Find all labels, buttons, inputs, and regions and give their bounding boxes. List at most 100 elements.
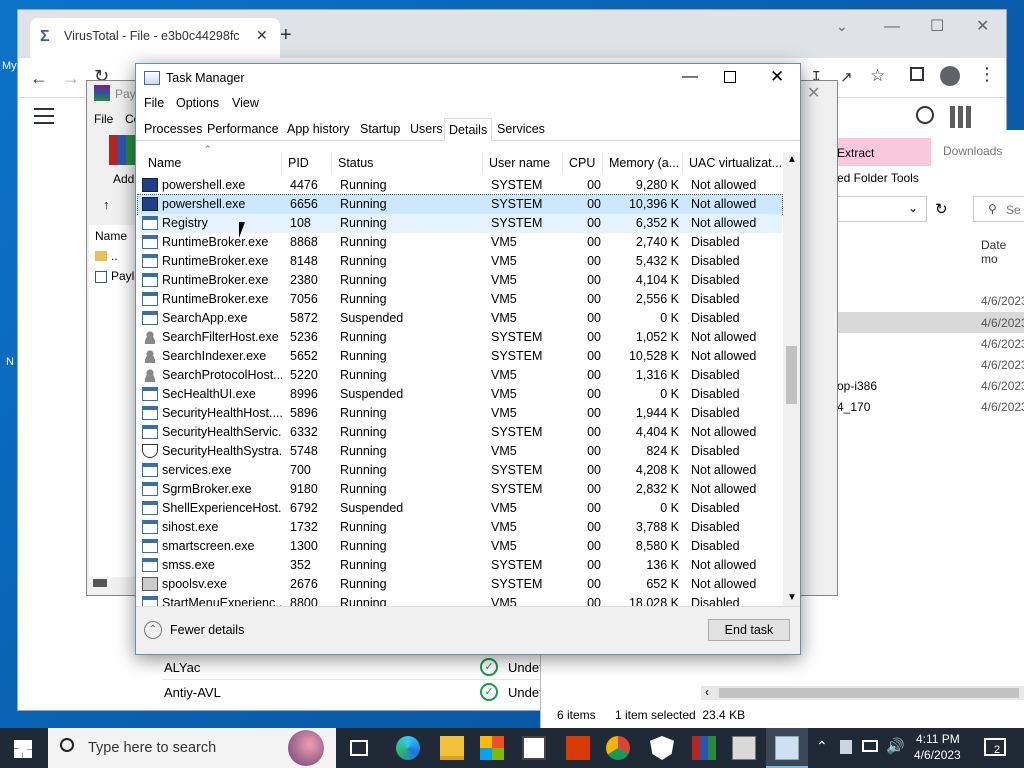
scroll-thumb[interactable] xyxy=(719,688,1019,698)
process-row[interactable]: SearchFilterHost.exe 5236 Running SYSTEM 00 1… xyxy=(138,328,782,347)
scroll-down-icon[interactable]: ▼ xyxy=(787,592,797,603)
minimize-icon[interactable]: — xyxy=(884,18,900,36)
process-row[interactable]: RuntimeBroker.exe 8868 Running VM5 00 2,740 K… xyxy=(138,233,782,252)
process-row[interactable]: RuntimeBroker.exe 8148 Running VM5 00 5,432 K… xyxy=(138,252,782,271)
apps-grid-icon[interactable] xyxy=(950,106,972,128)
tab-services[interactable]: Services xyxy=(493,118,549,141)
menu-dots-icon[interactable]: ⋮ xyxy=(978,64,996,85)
arrow-up-icon[interactable]: ↑ xyxy=(103,197,110,212)
process-row[interactable]: SearchApp.exe 5872 Suspended VM5 00 0 K Disabl… xyxy=(138,309,782,328)
chevron-left-icon[interactable]: ‹ xyxy=(705,685,709,699)
col-header-uac[interactable]: UAC virtualizat... xyxy=(683,152,783,174)
process-row[interactable]: SecurityHealthHost.... 5896 Running VM5 00 1,… xyxy=(138,404,782,423)
tab-users[interactable]: Users xyxy=(406,118,447,141)
security-shield-icon[interactable] xyxy=(650,736,674,760)
winrar-taskbar-icon[interactable] xyxy=(692,736,716,760)
tab-details[interactable]: Details xyxy=(444,118,493,141)
process-row[interactable]: SearchProtocolHost.... 5220 Running VM5 00 1,… xyxy=(138,366,782,385)
ribbon-tools-label[interactable]: ed Folder Tools xyxy=(837,171,919,185)
file-explorer-icon[interactable] xyxy=(440,736,464,760)
process-row[interactable]: services.exe 700 Running SYSTEM 00 4,208 K Not… xyxy=(138,461,782,480)
edge-icon[interactable] xyxy=(396,736,420,760)
menu-options[interactable]: Options xyxy=(176,96,219,110)
chevron-up-circle-icon[interactable]: ⌃ xyxy=(144,621,162,639)
hamburger-menu-icon[interactable] xyxy=(34,108,54,124)
maximize-icon[interactable] xyxy=(724,71,736,83)
forward-icon[interactable]: → xyxy=(62,68,80,89)
process-row[interactable]: powershell.exe 4476 Running SYSTEM 00 9,280 K… xyxy=(138,176,782,195)
process-row[interactable]: RuntimeBroker.exe 7056 Running VM5 00 2,556 K… xyxy=(138,290,782,309)
chevron-down-icon[interactable]: ⌄ xyxy=(908,201,918,215)
taskbar-search-box[interactable]: Type here to search xyxy=(48,728,336,768)
taskmanager-taskbar-button[interactable] xyxy=(766,728,808,768)
scroll-up-icon[interactable]: ▲ xyxy=(787,154,797,165)
menu-view[interactable]: View xyxy=(232,96,259,110)
network-icon[interactable] xyxy=(840,740,852,754)
task-manager-titlebar[interactable]: Task Manager — ✕ xyxy=(136,64,800,92)
winrar-col-name[interactable]: Name xyxy=(95,229,127,243)
winrar-menu-file[interactable]: File xyxy=(94,112,113,126)
close-icon[interactable]: ✕ xyxy=(770,67,784,87)
process-row[interactable]: StartMenuExperienc... 8800 Running VM5 00 18,… xyxy=(138,594,782,606)
volume-icon[interactable]: 🔊 xyxy=(886,737,905,755)
col-header-status[interactable]: Status xyxy=(332,152,483,174)
notification-icon[interactable]: 2 xyxy=(984,738,1006,756)
task-view-icon[interactable] xyxy=(350,740,368,756)
col-header-cpu[interactable]: CPU xyxy=(563,152,603,174)
process-row[interactable]: Registry 108 Running SYSTEM 00 6,352 K Not all… xyxy=(138,214,782,233)
tab-search-icon[interactable]: ⌄ xyxy=(836,18,848,35)
file-name[interactable]: 4_170 xyxy=(837,400,870,414)
process-row[interactable]: SecHealthUI.exe 8996 Suspended VM5 00 0 K Disa… xyxy=(138,385,782,404)
col-header-pid[interactable]: PID xyxy=(282,152,332,174)
store-icon[interactable] xyxy=(480,736,504,760)
process-row[interactable]: RuntimeBroker.exe 2380 Running VM5 00 4,104 K… xyxy=(138,271,782,290)
ribbon-downloads-label[interactable]: Downloads xyxy=(943,144,1002,158)
profile-avatar-icon[interactable] xyxy=(940,66,960,86)
bookmark-star-icon[interactable]: ☆ xyxy=(870,66,885,86)
explorer-search-box[interactable]: ⚲ Se xyxy=(973,196,1024,222)
col-header-username[interactable]: User name xyxy=(483,152,563,174)
maximize-icon[interactable]: ☐ xyxy=(930,16,944,36)
vertical-scrollbar[interactable]: ▲ ▼ xyxy=(783,152,800,606)
desktop-icon-label[interactable]: N xyxy=(6,356,14,368)
horizontal-scrollbar[interactable]: ‹ xyxy=(701,685,1024,700)
winrar-item-up[interactable]: .. xyxy=(111,249,118,263)
process-row[interactable]: powershell.exe 6656 Running SYSTEM 00 10,396 … xyxy=(137,194,783,215)
tab-processes[interactable]: Processes xyxy=(140,118,206,141)
refresh-icon[interactable]: ↻ xyxy=(935,200,948,218)
desktop-icon-label[interactable]: My xyxy=(2,60,17,72)
office-icon[interactable] xyxy=(566,736,590,760)
address-bar[interactable]: ⌄ xyxy=(837,196,927,222)
process-row[interactable]: SecurityHealthServic... 6332 Running SYSTEM… xyxy=(138,423,782,442)
process-row[interactable]: SecurityHealthSystra... 5748 Running VM5 00 8… xyxy=(138,442,782,461)
process-row[interactable]: smartscreen.exe 1300 Running VM5 00 8,580 K Di… xyxy=(138,537,782,556)
date-modified-header[interactable]: Date mo xyxy=(981,238,1024,266)
tab-performance[interactable]: Performance xyxy=(203,118,283,141)
add-button-label[interactable]: Add xyxy=(113,172,134,186)
tab-startup[interactable]: Startup xyxy=(356,118,404,141)
share-icon[interactable]: ↗ xyxy=(840,68,853,86)
process-row[interactable]: ShellExperienceHost.... 6792 Suspended VM5 0… xyxy=(138,499,782,518)
network-wired-icon[interactable] xyxy=(862,740,878,752)
process-row[interactable]: SgrmBroker.exe 9180 Running SYSTEM 00 2,832 K… xyxy=(138,480,782,499)
file-name[interactable]: op-i386 xyxy=(837,379,877,393)
fewer-details-link[interactable]: Fewer details xyxy=(170,623,244,637)
chrome-icon[interactable] xyxy=(606,736,630,760)
browser-tab[interactable]: Σ VirusTotal - File - e3b0c44298fc1 ✕ xyxy=(30,18,280,58)
tab-app-history[interactable]: App history xyxy=(283,118,354,141)
clock-time[interactable]: 4:11 PM xyxy=(916,732,960,746)
end-task-button[interactable]: End task xyxy=(708,619,790,641)
minimize-icon[interactable]: — xyxy=(682,68,698,86)
close-tab-icon[interactable]: ✕ xyxy=(256,27,268,44)
process-row[interactable]: SearchIndexer.exe 5652 Running SYSTEM 00 10,5… xyxy=(138,347,782,366)
chevron-up-icon[interactable]: ⌃ xyxy=(816,738,828,755)
process-row[interactable]: sihost.exe 1732 Running VM5 00 3,788 K Disable… xyxy=(138,518,782,537)
clock-date[interactable]: 4/6/2023 xyxy=(914,748,961,762)
back-icon[interactable]: ← xyxy=(30,68,48,89)
search-icon[interactable] xyxy=(916,106,934,124)
new-tab-icon[interactable]: + xyxy=(280,24,292,47)
winrar-close-icon[interactable]: ✕ xyxy=(807,83,820,103)
process-row[interactable]: smss.exe 352 Running SYSTEM 00 136 K Not allow… xyxy=(138,556,782,575)
scroll-thumb[interactable] xyxy=(786,346,797,404)
col-header-name[interactable]: Name xyxy=(142,152,282,174)
